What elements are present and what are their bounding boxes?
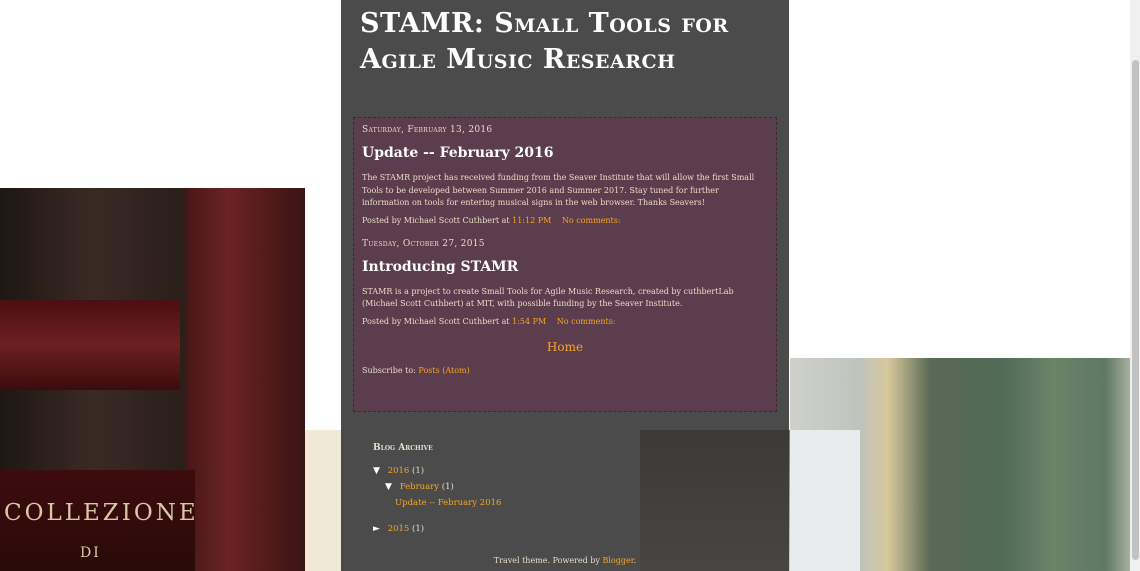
attribution-text: Travel theme. Powered by <box>493 556 600 565</box>
footer-attribution: Travel theme. Powered by Blogger. <box>341 556 789 565</box>
white-book-image <box>790 430 860 571</box>
post-body: The STAMR project has received funding f… <box>362 173 755 207</box>
scrollbar[interactable] <box>1130 0 1140 571</box>
book-spine-band <box>0 300 180 390</box>
home-link[interactable]: Home <box>362 340 768 354</box>
subscribe-label: Subscribe to: <box>362 365 416 375</box>
book-spine-text-small: DI <box>80 545 101 561</box>
book-pages-image <box>305 430 345 571</box>
post: Tuesday, October 27, 2015 Introducing ST… <box>362 239 768 326</box>
post-date: Saturday, February 13, 2016 <box>362 125 493 135</box>
triangle-right-icon[interactable]: ► <box>373 521 385 537</box>
blogger-link[interactable]: Blogger <box>602 556 633 565</box>
archive-year-2015: ► 2015 (1) <box>373 521 773 537</box>
archive-count: (1) <box>441 482 454 492</box>
post-title[interactable]: Update -- February 2016 <box>362 145 768 161</box>
archive-year-link[interactable]: 2015 <box>388 524 410 534</box>
archive-post-item: Update -- February 2016 <box>373 495 773 511</box>
triangle-down-icon[interactable]: ▼ <box>385 479 397 495</box>
attribution-period: . <box>633 556 637 565</box>
post-author: Posted by Michael Scott Cuthbert at <box>362 215 510 225</box>
post-date: Tuesday, October 27, 2015 <box>362 238 485 249</box>
scrollbar-thumb[interactable] <box>1132 60 1139 560</box>
subscribe-line: Subscribe to: Posts (Atom) <box>362 366 768 375</box>
post-title[interactable]: Introducing STAMR <box>362 259 768 275</box>
main-posts-area: Saturday, February 13, 2016 Update -- Fe… <box>353 117 777 412</box>
blog-header: STAMR: Small Tools for Agile Music Resea… <box>360 6 780 78</box>
post-footer: Posted by Michael Scott Cuthbert at 11:1… <box>362 216 768 225</box>
post: Saturday, February 13, 2016 Update -- Fe… <box>362 125 768 225</box>
book-spine-text: COLLEZIONE <box>4 500 199 526</box>
post-timestamp-link[interactable]: 11:12 PM <box>512 216 551 225</box>
blog-archive-widget: Blog Archive ▼ 2016 (1) ▼ February (1) U… <box>373 443 773 537</box>
post-author: Posted by Michael Scott Cuthbert at <box>362 316 510 326</box>
archive-month-february: ▼ February (1) <box>373 479 773 495</box>
atom-feed-link[interactable]: Posts (Atom) <box>418 366 469 375</box>
post-comments-link[interactable]: No comments: <box>562 216 621 225</box>
post-footer: Posted by Michael Scott Cuthbert at 1:54… <box>362 317 768 326</box>
archive-count: (1) <box>412 524 425 534</box>
archive-count: (1) <box>412 466 425 476</box>
post-timestamp-link[interactable]: 1:54 PM <box>512 317 546 326</box>
archive-year-link[interactable]: 2016 <box>388 466 410 476</box>
archive-year-2016: ▼ 2016 (1) <box>373 463 773 479</box>
archive-post-link[interactable]: Update -- February 2016 <box>395 498 501 508</box>
post-comments-link[interactable]: No comments: <box>557 317 616 326</box>
archive-title: Blog Archive <box>373 443 433 453</box>
archive-month-link[interactable]: February <box>400 482 439 492</box>
blog-title[interactable]: STAMR: Small Tools for Agile Music Resea… <box>360 6 780 78</box>
post-body: STAMR is a project to create Small Tools… <box>362 286 734 309</box>
triangle-down-icon[interactable]: ▼ <box>373 463 385 479</box>
